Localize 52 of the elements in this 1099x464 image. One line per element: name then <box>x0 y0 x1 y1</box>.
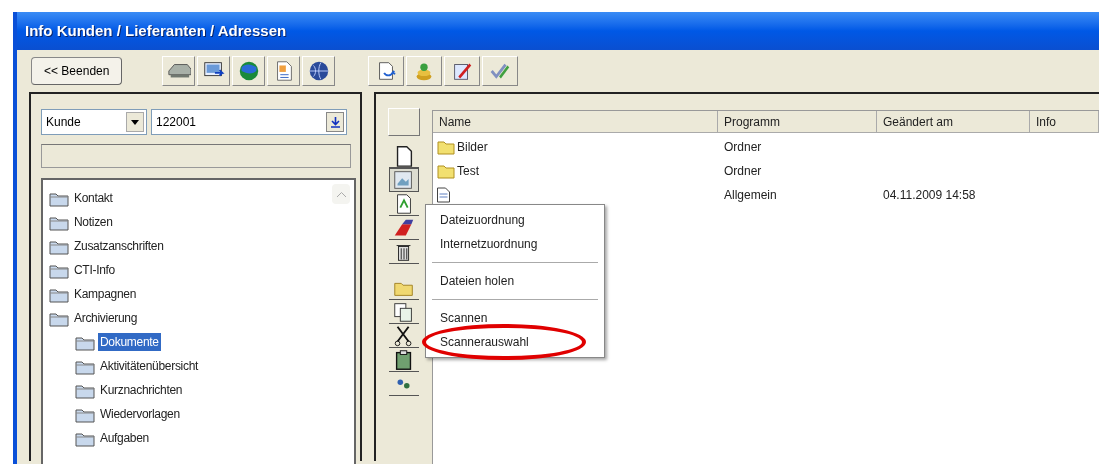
table-cell: 04.11.2009 14:58 <box>883 188 976 202</box>
folder-icon <box>437 139 455 155</box>
page-button[interactable] <box>389 144 419 168</box>
menu-item[interactable]: Scannen <box>438 309 490 327</box>
tree-item[interactable]: Notizen <box>72 213 115 231</box>
notepad-pencil-button[interactable] <box>444 56 481 86</box>
scanner-button[interactable] <box>162 56 196 86</box>
tree-item[interactable]: Kurznachrichten <box>98 381 185 399</box>
monitor-arrow-button[interactable] <box>197 56 231 86</box>
menu-item[interactable]: Internetzuordnung <box>438 235 540 253</box>
copy-button[interactable] <box>389 300 419 324</box>
tree-item[interactable]: CTI-Info <box>72 261 117 279</box>
table-cell: Ordner <box>724 140 762 154</box>
scan-document-button[interactable] <box>389 168 419 192</box>
scissors-button[interactable] <box>389 324 419 348</box>
document-arrow-up-button[interactable] <box>389 192 419 216</box>
tree-item[interactable]: Aktivitätenübersicht <box>98 357 201 375</box>
document-button[interactable] <box>267 56 301 86</box>
customer-number-field[interactable]: 122001 <box>151 109 347 135</box>
tree-item[interactable]: Kampagnen <box>72 285 139 303</box>
column-header[interactable]: Programm <box>718 111 877 132</box>
tree-item[interactable]: Kontakt <box>72 189 115 207</box>
globe-button[interactable] <box>302 56 336 86</box>
tree-item[interactable]: Zusatzanschriften <box>72 237 166 255</box>
table-cell: Ordner <box>724 164 762 178</box>
column-header[interactable]: Geändert am <box>877 111 1030 132</box>
menu-item[interactable]: Dateizuordnung <box>438 211 527 229</box>
type-dropdown[interactable]: Kunde <box>41 109 147 135</box>
tree-item[interactable]: Aufgaben <box>98 429 151 447</box>
exit-button[interactable]: << Beenden <box>31 57 123 85</box>
folder-icon <box>437 163 455 179</box>
dropdown-value: Kunde <box>46 114 81 131</box>
table-cell-text: Bilder <box>457 139 488 156</box>
tree-item[interactable]: Archivierung <box>72 309 140 327</box>
chevron-up-icon <box>336 191 346 197</box>
coins-button[interactable] <box>406 56 443 86</box>
table-cell-text: Test <box>457 163 479 180</box>
download-icon[interactable] <box>326 112 344 132</box>
check-pencil-button[interactable] <box>482 56 519 86</box>
field-value: 122001 <box>156 114 197 131</box>
column-header[interactable]: Info <box>1030 111 1099 132</box>
globe-button[interactable] <box>232 56 266 86</box>
window-title: Info Kunden / Lieferanten / Adressen <box>25 20 287 41</box>
menu-item[interactable]: Dateien holen <box>438 272 517 290</box>
tree-item[interactable]: Wiedervorlagen <box>98 405 182 423</box>
blank-button[interactable] <box>388 108 420 136</box>
tree-item[interactable]: Dokumente <box>98 333 161 351</box>
column-header[interactable]: Name <box>433 111 718 132</box>
document-arrow-button[interactable] <box>368 56 405 86</box>
table-cell: Allgemein <box>724 188 777 202</box>
menu-item[interactable]: Scannerauswahl <box>438 333 531 351</box>
clipboard-button[interactable] <box>389 348 419 372</box>
